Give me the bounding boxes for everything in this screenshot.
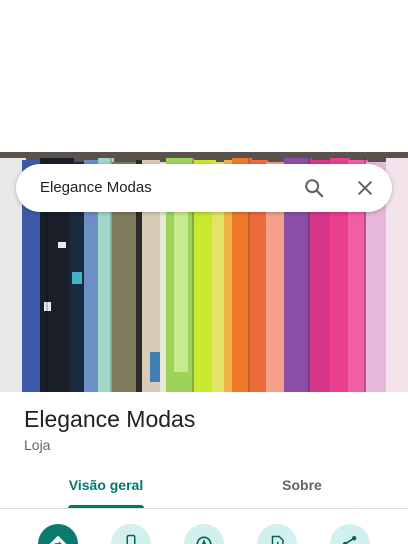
call-button[interactable]: [111, 524, 151, 544]
action-buttons-row: [0, 520, 408, 544]
place-category: Loja: [24, 437, 51, 453]
directions-button[interactable]: [38, 524, 78, 544]
close-icon: [358, 181, 372, 195]
navigation-icon: [196, 536, 212, 544]
save-icon: [271, 535, 284, 544]
place-title: Elegance Modas: [24, 406, 196, 432]
phone-icon: [126, 534, 136, 544]
search-bar[interactable]: Elegance Modas: [16, 164, 392, 212]
share-icon: [342, 536, 357, 544]
tab-bar: Visão geral Sobre: [0, 466, 408, 508]
tab-overview[interactable]: Visão geral: [28, 466, 184, 506]
directions-icon: [49, 535, 67, 544]
search-input[interactable]: Elegance Modas: [40, 164, 152, 212]
tabs-divider: [0, 508, 408, 509]
save-button[interactable]: [257, 524, 297, 544]
top-blank-area: [0, 0, 408, 152]
search-button[interactable]: [298, 172, 330, 204]
share-button[interactable]: [330, 524, 370, 544]
search-icon: [305, 179, 324, 198]
tab-about[interactable]: Sobre: [224, 466, 380, 506]
navigate-button[interactable]: [184, 524, 224, 544]
clear-search-button[interactable]: [349, 172, 381, 204]
